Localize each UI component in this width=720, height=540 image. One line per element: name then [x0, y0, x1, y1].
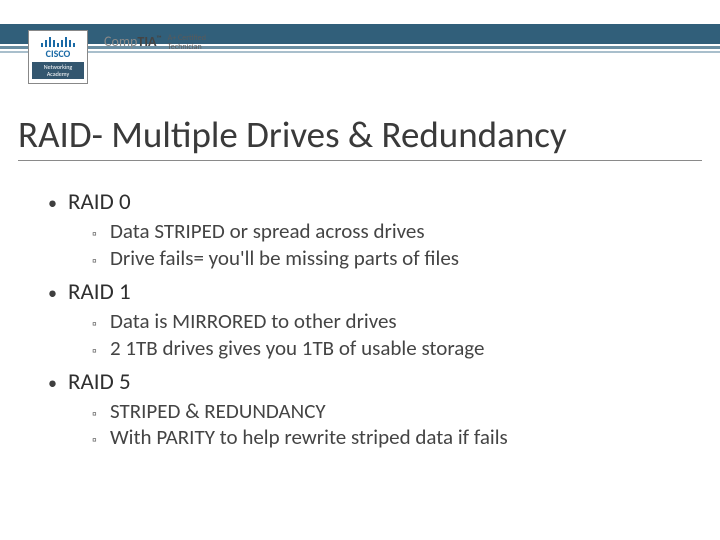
bullet-text: Drive fails= you'll be missing parts of … — [110, 245, 459, 272]
page-title: RAID- Multiple Drives & Redundancy — [18, 112, 567, 157]
bullet-square-icon: ▫ — [92, 317, 110, 334]
list-item: • RAID 1 ▫ Data is MIRRORED to other dri… — [48, 278, 688, 362]
cisco-brand-text: CISCO — [46, 48, 71, 59]
bullet-dot-icon: • — [48, 192, 68, 214]
slide: CISCO Networking Academy CompTIA™ A+ Cer… — [0, 0, 720, 540]
bullet-level2: ▫ 2 1TB drives gives you 1TB of usable s… — [92, 335, 688, 362]
list-item: • RAID 5 ▫ STRIPED & REDUNDANCY ▫ With P… — [48, 368, 688, 452]
bullet-level1: • RAID 1 — [48, 278, 688, 306]
bullet-text: With PARITY to help rewrite striped data… — [110, 424, 508, 451]
bullet-square-icon: ▫ — [92, 433, 110, 450]
bullet-level1: • RAID 0 — [48, 188, 688, 216]
cisco-logo: CISCO Networking Academy — [28, 30, 88, 84]
cisco-sub-text: Networking Academy — [32, 62, 84, 79]
bullet-level2: ▫ Data STRIPED or spread across drives — [92, 218, 688, 245]
bullet-dot-icon: • — [48, 372, 68, 394]
bullet-label: RAID 1 — [68, 278, 131, 306]
cisco-bars-icon — [41, 35, 75, 47]
bullet-square-icon: ▫ — [92, 407, 110, 424]
bullet-level2: ▫ Data is MIRRORED to other drives — [92, 308, 688, 335]
bullet-square-icon: ▫ — [92, 254, 110, 271]
bullet-label: RAID 0 — [68, 188, 131, 216]
bullet-label: RAID 5 — [68, 368, 131, 396]
bullet-square-icon: ▫ — [92, 227, 110, 244]
bullet-level2: ▫ STRIPED & REDUNDANCY — [92, 398, 688, 425]
list-item: • RAID 0 ▫ Data STRIPED or spread across… — [48, 188, 688, 272]
bullet-text: Data STRIPED or spread across drives — [110, 218, 425, 245]
bullet-text: 2 1TB drives gives you 1TB of usable sto… — [110, 335, 484, 362]
comptia-logo: CompTIA™ A+ Certified Technician — [104, 32, 206, 52]
comptia-sub-text: A+ Certified Technician — [168, 34, 206, 52]
bullet-dot-icon: • — [48, 282, 68, 304]
bullet-level2: ▫ Drive fails= you'll be missing parts o… — [92, 245, 688, 272]
content-body: • RAID 0 ▫ Data STRIPED or spread across… — [48, 182, 688, 455]
bullet-text: Data is MIRRORED to other drives — [110, 308, 397, 335]
bullet-square-icon: ▫ — [92, 344, 110, 361]
bullet-text: STRIPED & REDUNDANCY — [110, 398, 326, 425]
comptia-brand-text: CompTIA™ — [104, 33, 162, 50]
title-underline — [18, 160, 702, 161]
bullet-level1: • RAID 5 — [48, 368, 688, 396]
bullet-level2: ▫ With PARITY to help rewrite striped da… — [92, 424, 688, 451]
